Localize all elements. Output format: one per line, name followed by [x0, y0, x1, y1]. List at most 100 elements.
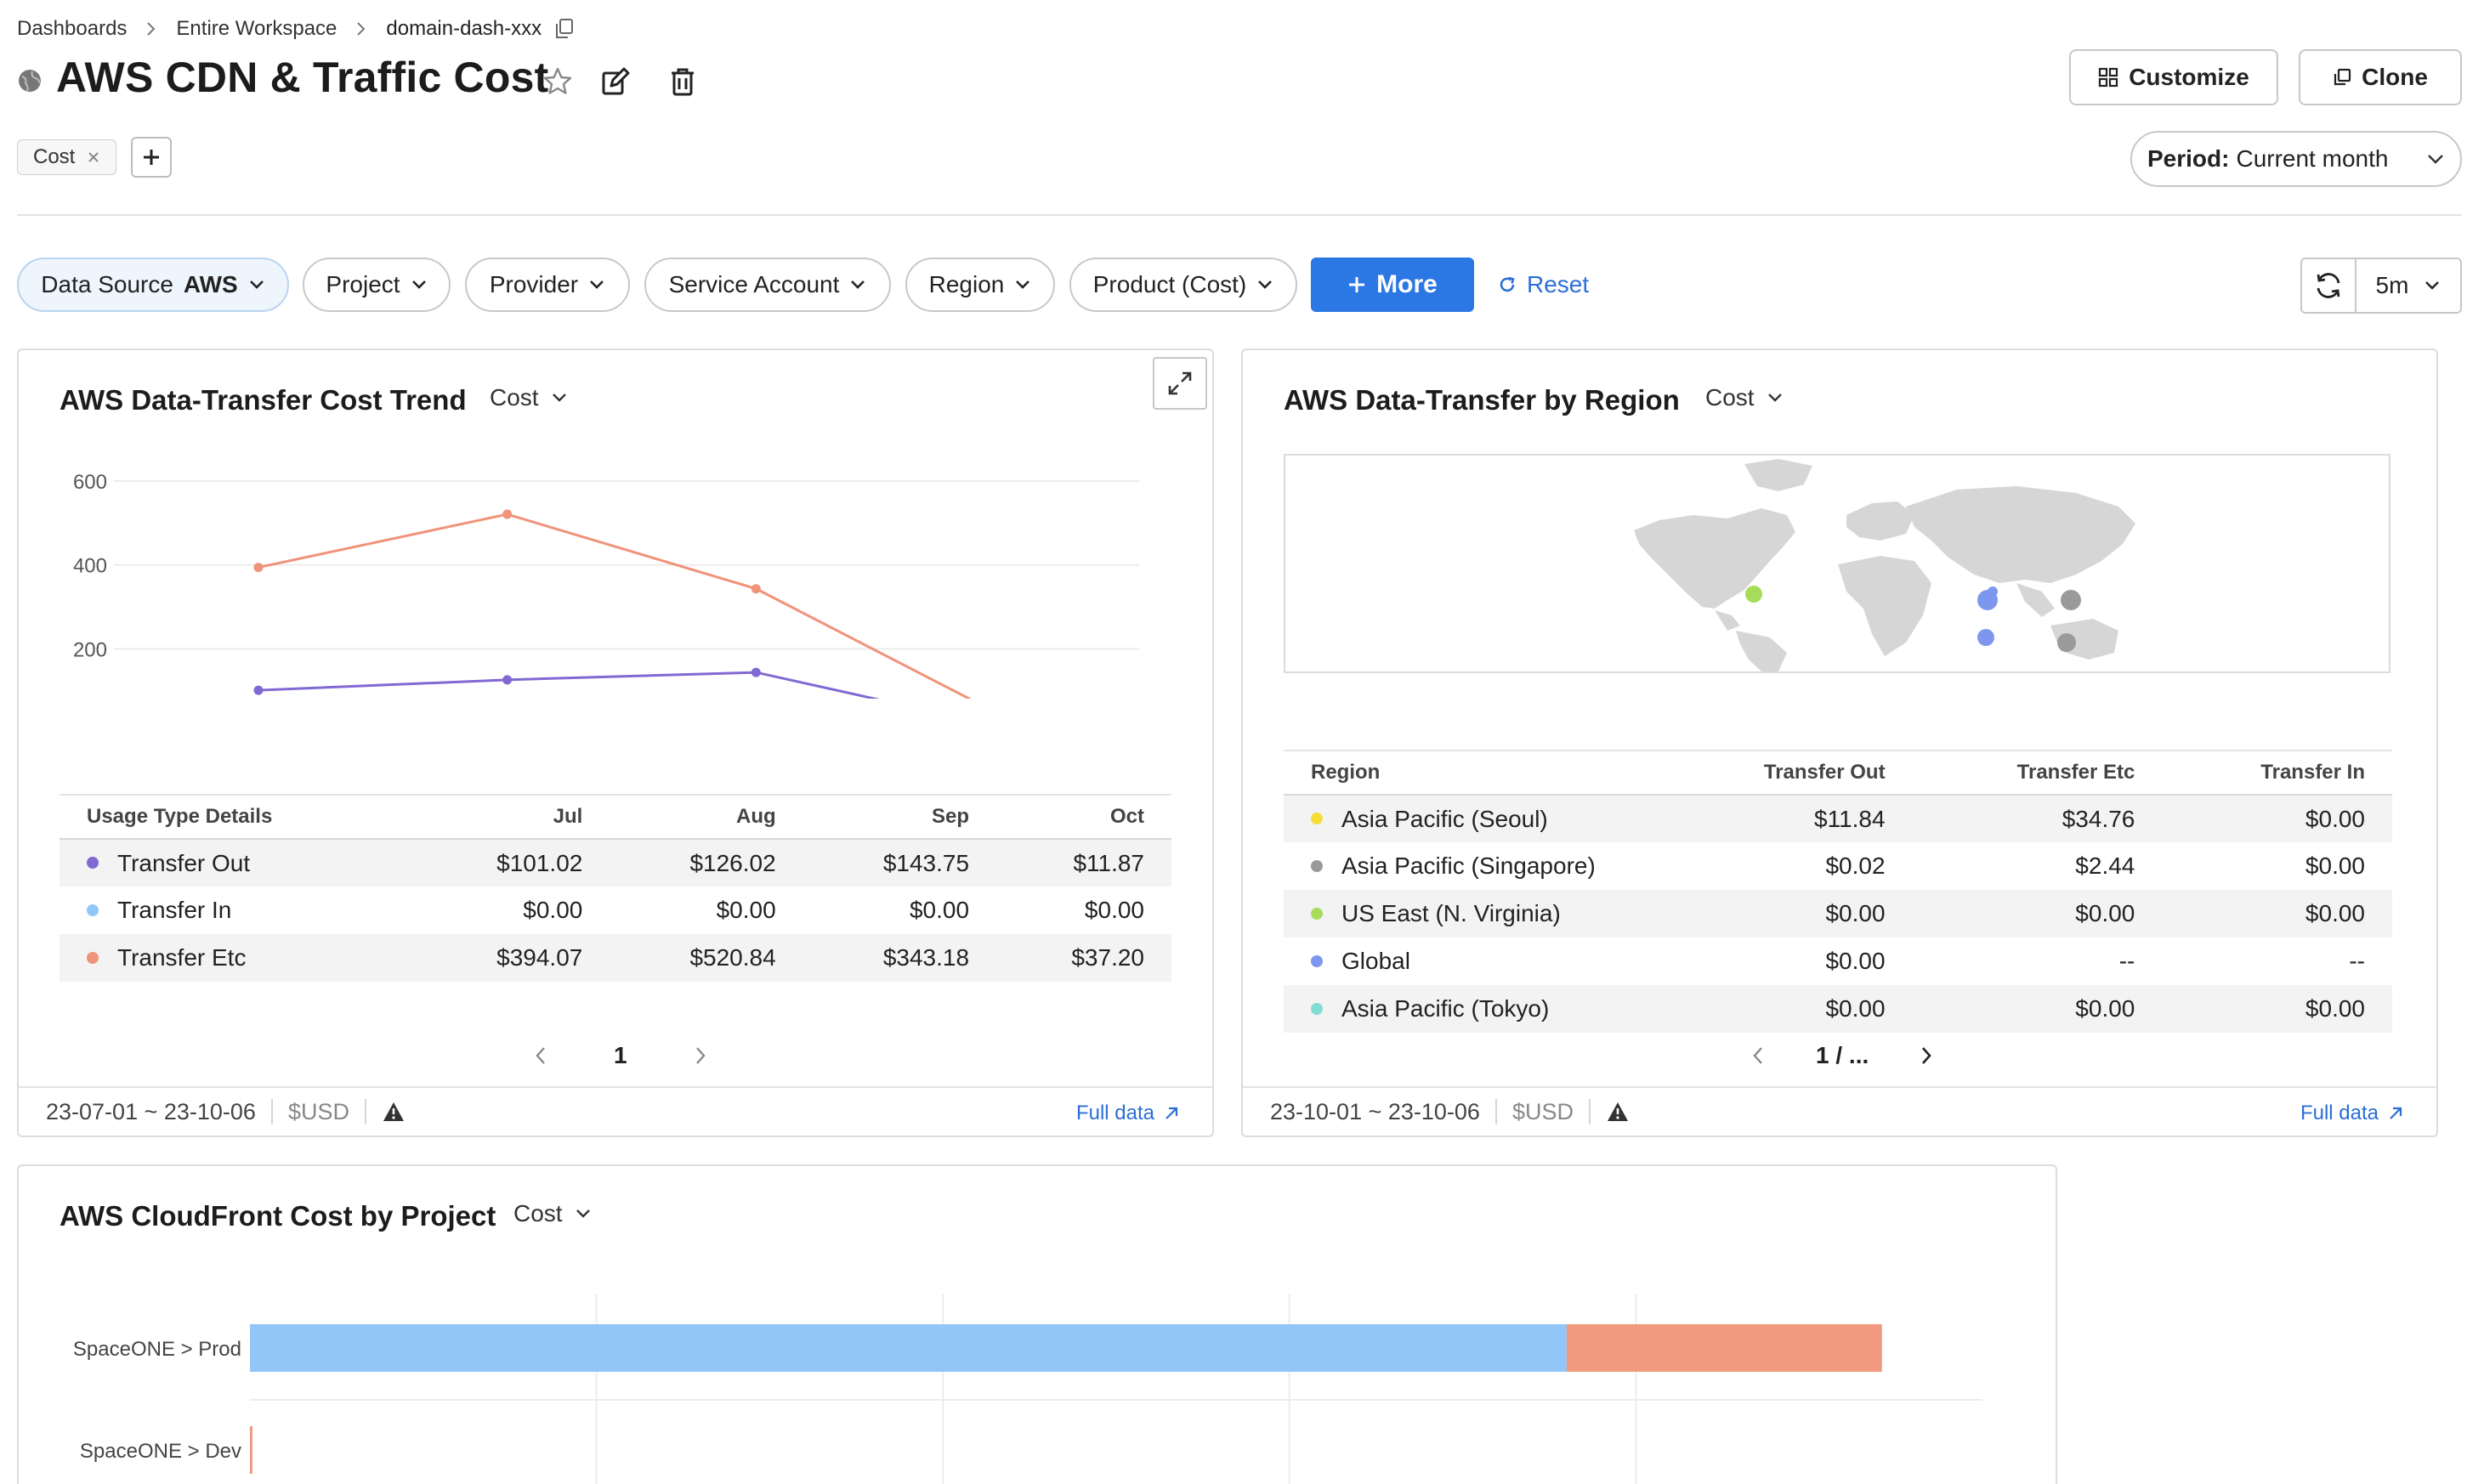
period-dropdown[interactable]: Period: Current month	[2130, 131, 2462, 187]
row-label: Asia Pacific (Tokyo)	[1341, 995, 1550, 1022]
edit-icon[interactable]	[600, 66, 631, 97]
chevron-down-icon	[411, 280, 428, 290]
filter-region[interactable]: Region	[905, 258, 1055, 312]
chevron-right-icon[interactable]	[694, 1045, 707, 1066]
map-bubble-global[interactable]	[1977, 629, 1994, 646]
page-number[interactable]: 1	[614, 1042, 627, 1069]
full-data-link[interactable]: Full data	[2300, 1102, 2404, 1125]
col-jul: Jul	[417, 794, 610, 840]
filter-project[interactable]: Project	[303, 258, 451, 312]
cell: $0.00	[2162, 890, 2392, 937]
widget-title: AWS CloudFront Cost by Project	[60, 1200, 496, 1232]
col-oct: Oct	[996, 794, 1171, 840]
divider	[1588, 1099, 1591, 1124]
reset-label: Reset	[1527, 271, 1590, 297]
chevron-down-icon	[849, 280, 866, 290]
cell: $2.44	[2075, 852, 2135, 879]
trend-line-chart: 0200400600JulAugSepOct	[73, 471, 1139, 699]
breadcrumb: Dashboards Entire Workspace domain-dash-…	[17, 15, 576, 42]
legend-dot	[1311, 954, 1323, 967]
pagination: 1 / ...	[1751, 1042, 1933, 1069]
filter-provider-label: Provider	[489, 271, 579, 297]
unit-dropdown[interactable]: Cost	[513, 1200, 592, 1227]
chevron-right-icon	[355, 20, 367, 37]
cell: $101.02	[417, 839, 610, 886]
breadcrumb-current: domain-dash-xxx	[386, 17, 542, 40]
data-point	[751, 584, 761, 594]
tag-label: Cost	[33, 145, 76, 168]
page-number[interactable]: 1 / ...	[1816, 1042, 1869, 1069]
filter-data-source[interactable]: Data Source AWS	[17, 258, 289, 312]
cell: $343.18	[802, 934, 997, 982]
widget-footer: 23-10-01 ~ 23-10-06 $USD	[1243, 1086, 2436, 1136]
more-filters-button[interactable]: More	[1311, 258, 1474, 312]
cell: $394.07	[417, 934, 610, 982]
date-range: 23-10-01 ~ 23-10-06	[1270, 1098, 1480, 1124]
region-table: Region Transfer Out Transfer Etc Transfe…	[1284, 750, 2392, 1033]
pagination: 1	[534, 1042, 707, 1069]
unit-dropdown[interactable]: Cost	[1705, 384, 1784, 411]
customize-button[interactable]: Customize	[2069, 49, 2278, 105]
trash-icon[interactable]	[668, 66, 697, 97]
data-point	[253, 685, 264, 695]
breadcrumb-dashboards[interactable]: Dashboards	[17, 17, 127, 41]
full-data-label: Full data	[2300, 1102, 2379, 1124]
cell: $0.00	[1825, 948, 1886, 974]
chevron-right-icon[interactable]	[1920, 1045, 1933, 1066]
col-aug: Aug	[610, 794, 803, 840]
chevron-left-icon[interactable]	[1751, 1045, 1765, 1066]
chevron-left-icon[interactable]	[534, 1045, 547, 1066]
label-tag-cost[interactable]: Cost	[17, 139, 117, 175]
series-line	[258, 671, 881, 699]
refresh-interval-dropdown[interactable]: 5m	[2356, 272, 2460, 299]
map-bubbles-overlay	[1977, 629, 2076, 652]
row-label: Transfer In	[117, 897, 232, 923]
data-point	[253, 563, 264, 573]
filter-product[interactable]: Product (Cost)	[1069, 258, 1297, 312]
expand-button[interactable]	[1153, 357, 1207, 410]
add-label-button[interactable]	[131, 137, 172, 178]
data-source-key: Data Source	[41, 271, 173, 297]
cell: $0.02	[1825, 852, 1886, 879]
full-data-link[interactable]: Full data	[1076, 1102, 1180, 1125]
table-row: Asia Pacific (Tokyo) $0.00 $0.00 $0.00	[1284, 985, 2392, 1033]
table-row: Global $0.00 -- --	[1284, 937, 2392, 985]
warning-icon[interactable]	[1606, 1101, 1630, 1123]
divider	[364, 1099, 366, 1124]
legend-dot	[1311, 859, 1323, 872]
breadcrumb-entire-workspace[interactable]: Entire Workspace	[176, 17, 337, 41]
chevron-down-icon	[2426, 153, 2445, 165]
copy-icon[interactable]	[553, 17, 576, 41]
full-data-label: Full data	[1075, 1102, 1154, 1124]
map-bubble-singapore[interactable]	[2057, 633, 2076, 652]
data-point	[751, 667, 761, 677]
data-point	[502, 509, 513, 519]
refresh-button[interactable]	[2302, 259, 2356, 312]
divider	[270, 1099, 273, 1124]
close-icon[interactable]	[87, 150, 100, 164]
col-region: Region	[1284, 750, 1658, 796]
cell: $0.00	[716, 897, 776, 923]
unit-dropdown[interactable]: Cost	[490, 384, 568, 411]
widget-cloudfront-by-project: AWS CloudFront Cost by Project Cost Spac…	[17, 1164, 2057, 1484]
more-label: More	[1376, 270, 1438, 298]
filter-service-account[interactable]: Service Account	[644, 258, 891, 312]
chevron-down-icon	[1014, 280, 1031, 290]
currency: $USD	[1511, 1098, 1574, 1124]
col-usage-type: Usage Type Details	[60, 794, 417, 840]
warning-icon[interactable]	[382, 1101, 405, 1123]
chevron-down-icon	[588, 280, 605, 290]
reset-button[interactable]: Reset	[1498, 258, 1589, 312]
chevron-down-icon	[248, 280, 265, 290]
refresh-icon	[1498, 275, 1517, 294]
clone-button[interactable]: Clone	[2299, 49, 2462, 105]
cell: $11.84	[1658, 795, 1913, 842]
filter-project-label: Project	[326, 271, 400, 297]
row-label: Asia Pacific (Singapore)	[1341, 852, 1596, 879]
header-divider	[17, 214, 2462, 216]
widget-cost-trend: AWS Data-Transfer Cost Trend Cost 020040…	[17, 348, 1214, 1137]
col-transfer-etc: Transfer Etc	[1912, 750, 2163, 796]
filter-provider[interactable]: Provider	[465, 258, 630, 312]
category-label: SpaceONE > Prod	[73, 1338, 241, 1361]
star-icon[interactable]	[542, 66, 573, 97]
